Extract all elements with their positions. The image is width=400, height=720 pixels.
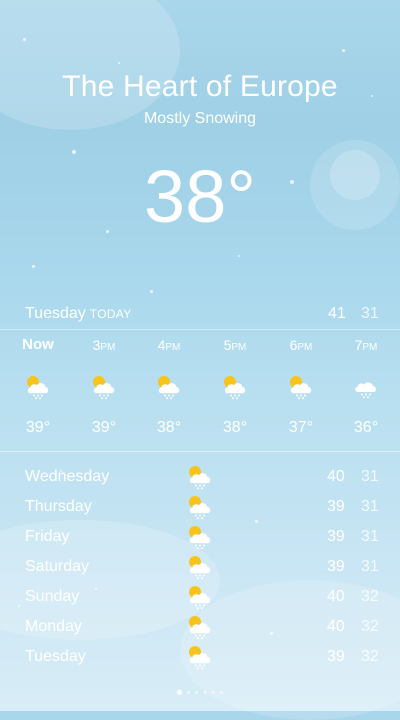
hour-time-suffix: PM <box>100 342 116 353</box>
today-day: Tuesday TODAY <box>25 305 132 323</box>
hour-item: 5PM 38° <box>205 333 265 437</box>
today-day-name: Tuesday <box>25 305 86 322</box>
cloud-sun-snow-icon <box>155 372 183 400</box>
location-header: The Heart of Europe Mostly Snowing <box>0 70 400 128</box>
daily-day-name: Thursday <box>25 498 92 515</box>
daily-day-name: Sunday <box>25 588 80 605</box>
daily-row: Tuesday 39 32 <box>0 642 400 672</box>
daily-low: 32 <box>361 618 379 635</box>
hour-item: Now 39° <box>8 333 68 437</box>
current-temperature: 38° <box>144 155 256 238</box>
page-dot <box>211 691 215 695</box>
daily-row: Thursday 39 31 <box>0 492 400 522</box>
hour-temp: 39° <box>25 419 51 436</box>
today-low: 31 <box>361 305 379 322</box>
hour-time: 4PM <box>139 333 199 357</box>
today-summary-row: Tuesday TODAY 41 31 <box>0 300 400 328</box>
daily-low: 32 <box>361 588 379 605</box>
daily-low: 31 <box>361 498 379 515</box>
hour-time: 5PM <box>205 333 265 357</box>
hour-item: 4PM 38° <box>139 333 199 437</box>
hour-time: Now <box>8 333 68 357</box>
cloud-sun-snow-icon <box>186 552 214 580</box>
weather-condition: Mostly Snowing <box>143 110 257 127</box>
daily-high: 40 <box>327 588 345 605</box>
cloud-sun-snow-icon <box>24 372 52 400</box>
daily-low: 31 <box>361 468 379 485</box>
daily-day-name: Friday <box>25 528 70 545</box>
hour-time-suffix: PM <box>165 342 181 353</box>
cloud-sun-snow-icon <box>287 372 315 400</box>
hour-time-value: Now <box>22 336 54 353</box>
cloud-snow-icon <box>352 372 380 400</box>
hour-time-suffix: PM <box>231 342 247 353</box>
daily-low: 32 <box>361 648 379 665</box>
cloud-sun-snow-icon <box>90 372 118 400</box>
daily-low: 31 <box>361 558 379 575</box>
hour-time-suffix: PM <box>297 342 313 353</box>
daily-day-name: Saturday <box>25 558 90 575</box>
cloud-sun-snow-icon <box>186 642 214 670</box>
daily-day-name: Wednesday <box>25 468 110 485</box>
daily-row: Monday 40 32 <box>0 612 400 642</box>
page-dot <box>195 691 199 695</box>
cloud-sun-snow-icon <box>186 582 214 610</box>
daily-high: 39 <box>327 558 345 575</box>
daily-row: Wednesday 40 31 <box>0 462 400 492</box>
page-dot <box>187 691 191 695</box>
hour-time: 7PM <box>336 333 396 357</box>
divider-top <box>0 329 400 330</box>
daily-high: 39 <box>327 498 345 515</box>
hour-item: 7PM 36° <box>336 333 396 437</box>
daily-row: Friday 39 31 <box>0 522 400 552</box>
hour-time: 3PM <box>74 333 134 357</box>
hour-item: 3PM 39° <box>74 333 134 437</box>
daily-high: 39 <box>327 648 345 665</box>
cloud-sun-snow-icon <box>221 372 249 400</box>
cloud-sun-snow-icon <box>186 462 214 490</box>
daily-day-name: Tuesday <box>25 648 86 665</box>
daily-high: 39 <box>327 528 345 545</box>
hour-temp: 38° <box>222 419 248 436</box>
cloud-sun-snow-icon <box>186 522 214 550</box>
hour-item: 6PM 37° <box>271 333 331 437</box>
city-name: The Heart of Europe <box>62 70 338 103</box>
page-indicator[interactable] <box>0 688 400 697</box>
location-arrow-icon <box>175 689 183 697</box>
hour-temp: 36° <box>353 419 379 436</box>
hour-time-suffix: PM <box>362 342 378 353</box>
today-tag: TODAY <box>89 307 132 321</box>
page-dot <box>220 691 224 695</box>
hour-temp: 38° <box>156 419 182 436</box>
daily-row: Saturday 39 31 <box>0 552 400 582</box>
hourly-forecast[interactable]: Now 39° 3PM 39° 4PM 38° 5PM 38° 6PM 37° … <box>0 333 400 448</box>
hour-temp: 37° <box>288 419 314 436</box>
daily-high: 40 <box>327 468 345 485</box>
hour-temp: 39° <box>91 419 117 436</box>
daily-day-name: Monday <box>25 618 82 635</box>
daily-high: 40 <box>327 618 345 635</box>
daily-low: 31 <box>361 528 379 545</box>
page-dot <box>203 691 207 695</box>
daily-row: Sunday 40 32 <box>0 582 400 612</box>
cloud-sun-snow-icon <box>186 612 214 640</box>
cloud-sun-snow-icon <box>186 492 214 520</box>
divider-bottom <box>0 451 400 452</box>
hour-time: 6PM <box>271 333 331 357</box>
today-high: 41 <box>328 305 346 322</box>
